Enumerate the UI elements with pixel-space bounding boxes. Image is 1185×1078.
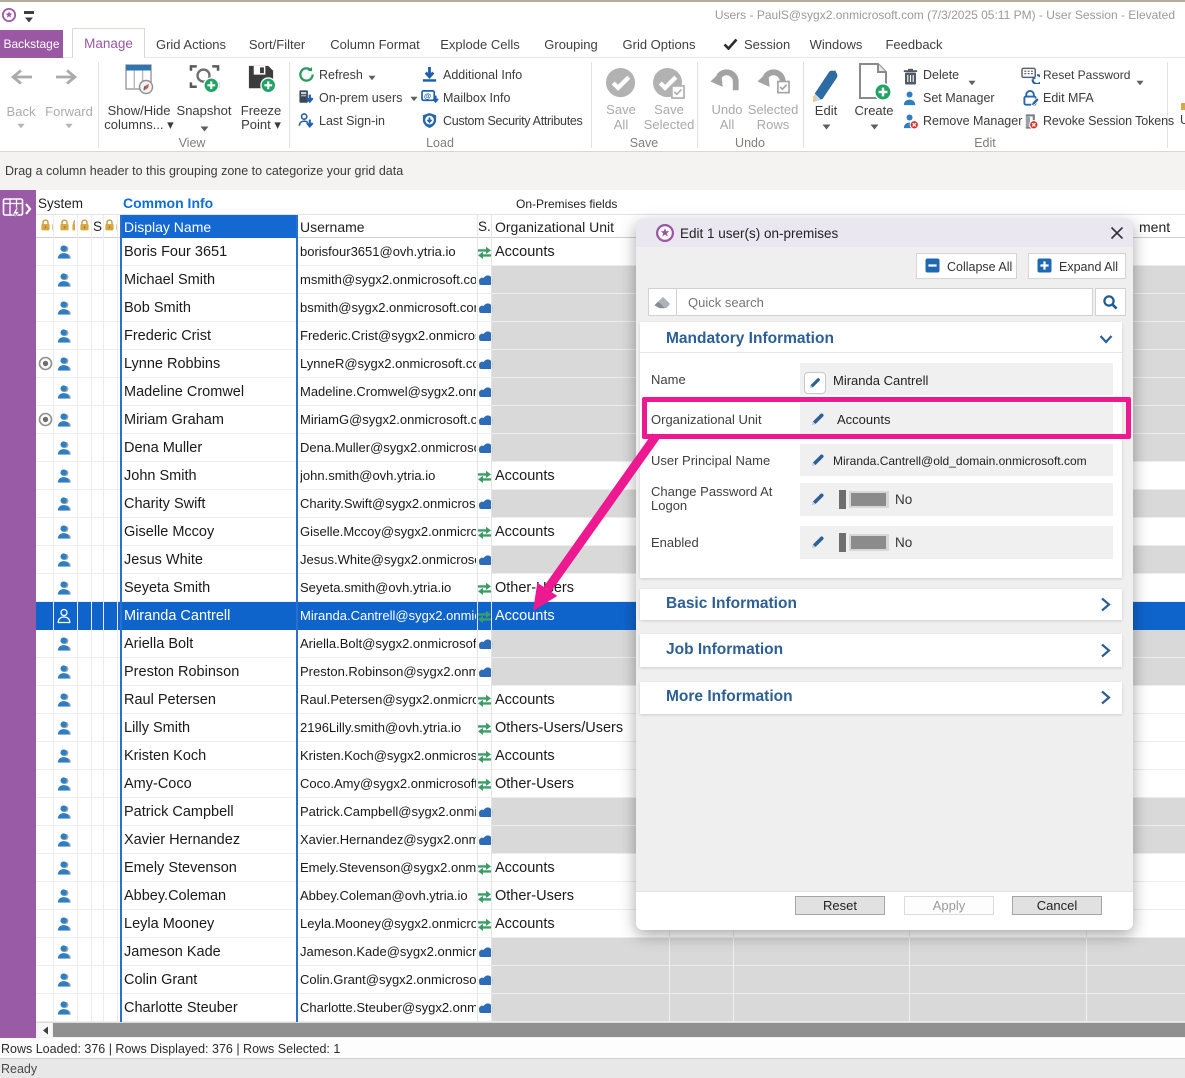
svg-text:@: @ xyxy=(424,91,431,100)
